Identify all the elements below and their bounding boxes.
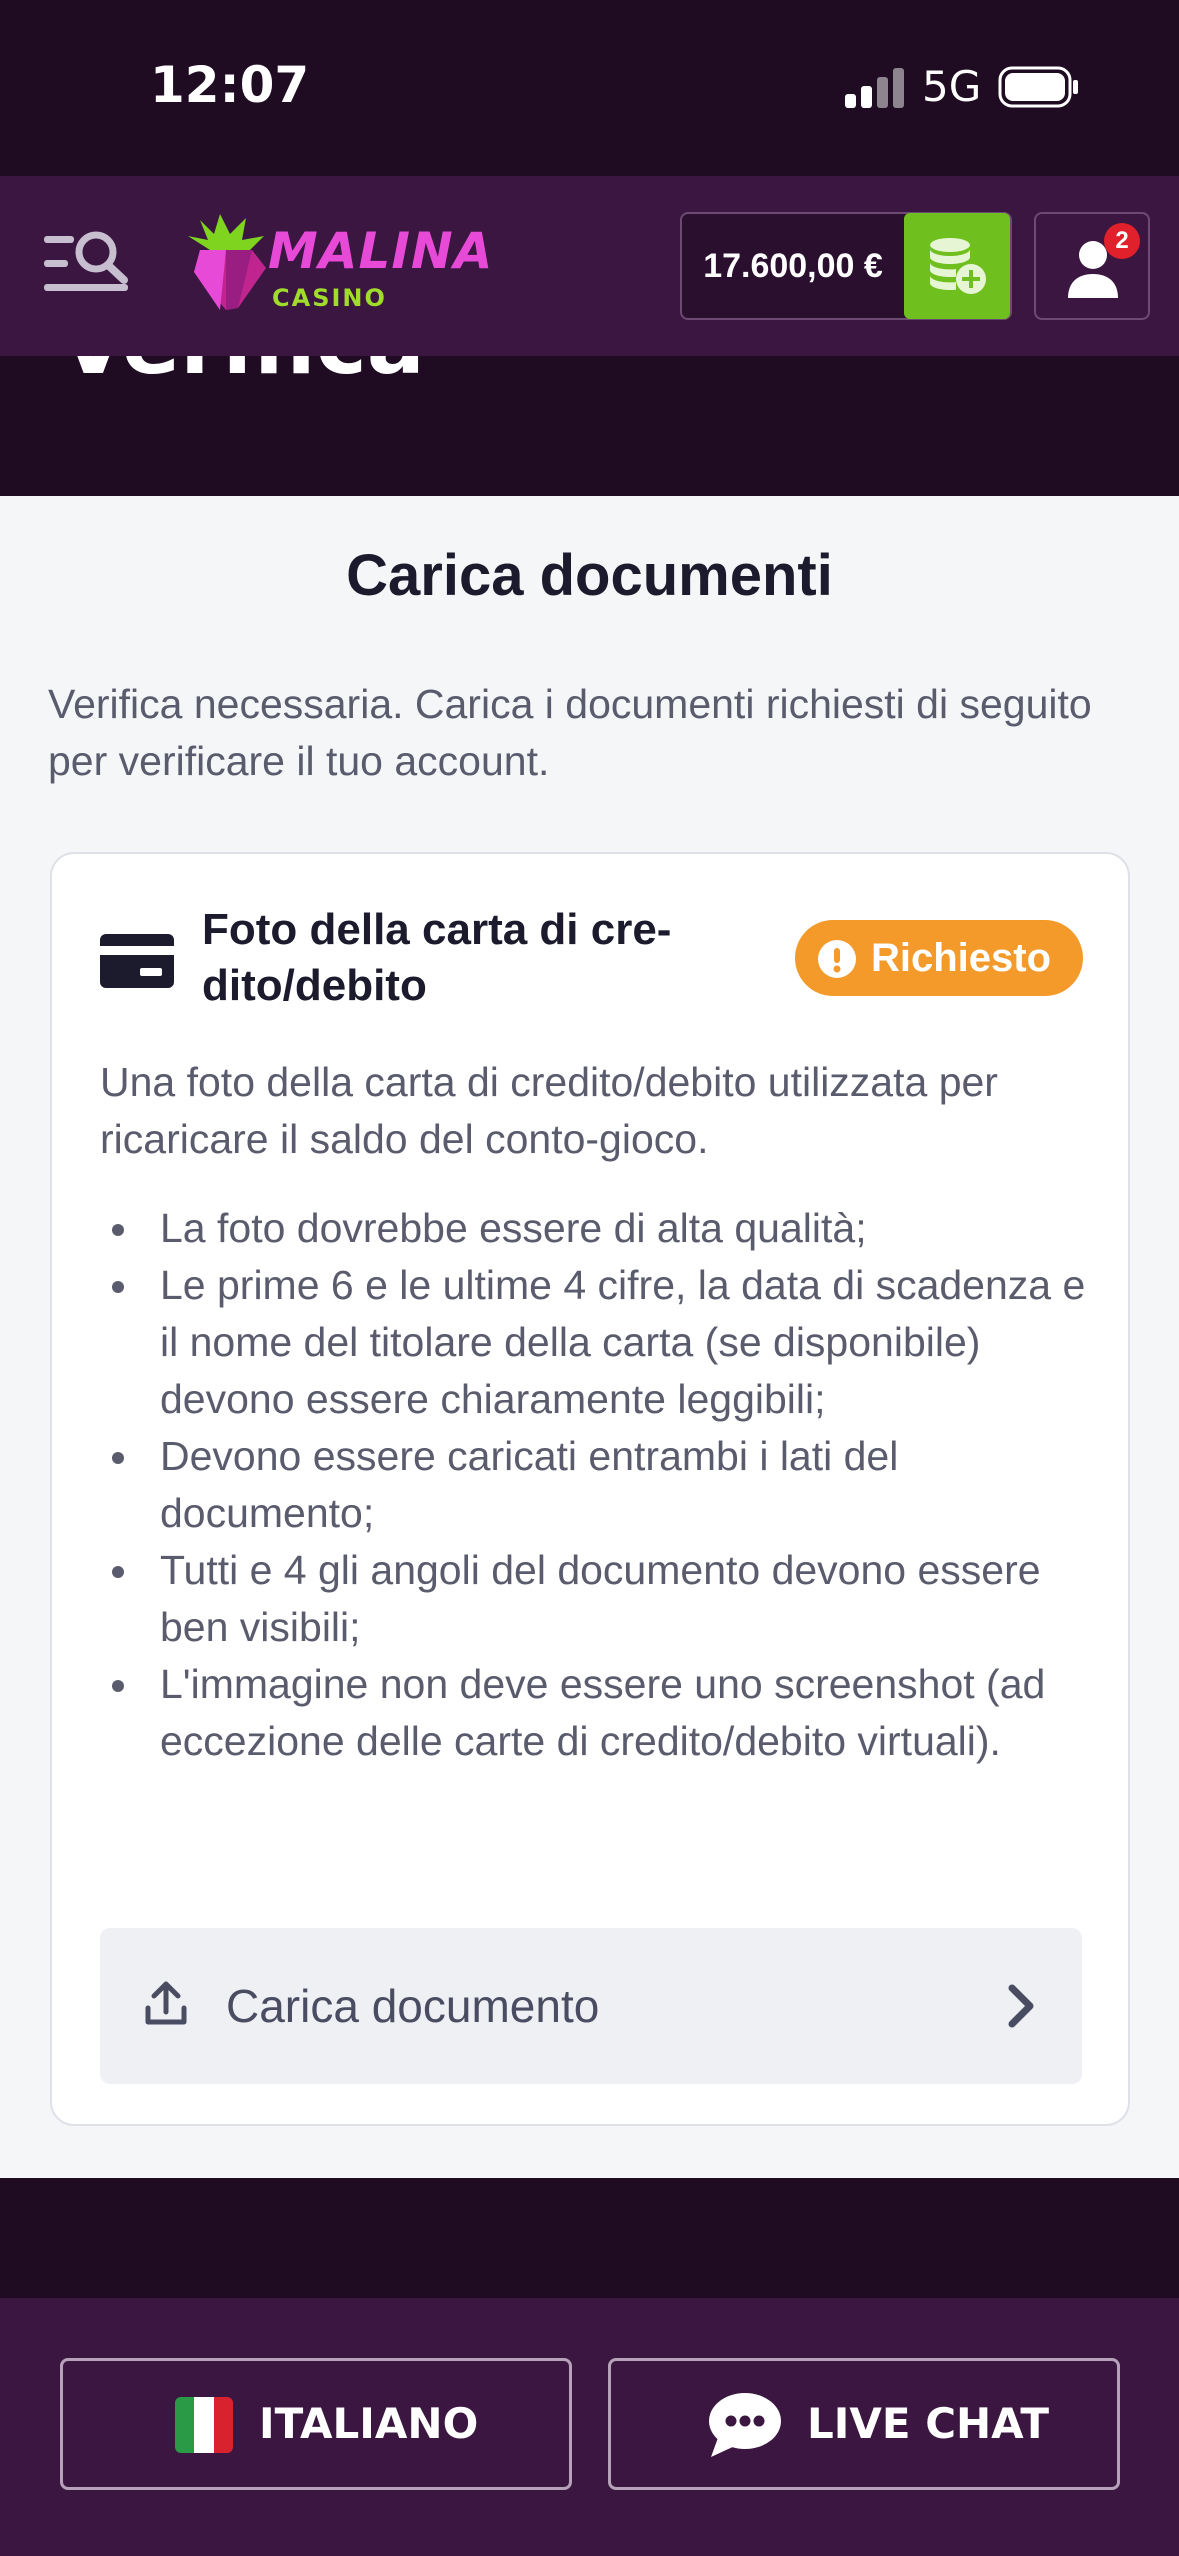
main-content: Carica documenti Verifica necessaria. Ca… (0, 496, 1179, 2178)
page-title: Carica documenti (346, 543, 833, 608)
list-item: Devono essere caricati entrambi i lati d… (100, 1428, 1100, 1542)
battery-icon (998, 66, 1078, 108)
chat-label: LIVE CHAT (807, 2399, 1050, 2448)
card-title: Foto della carta di cre-dito/debito (202, 905, 672, 1010)
language-button[interactable]: ITALIANO (60, 2358, 572, 2490)
list-item: Le prime 6 e le ultime 4 cifre, la data … (100, 1257, 1100, 1428)
upload-label: Carica documento (226, 1980, 600, 2032)
raspberry-gem-icon (188, 214, 266, 310)
status-time: 12:07 (150, 56, 310, 114)
document-card: Foto della carta di cre-dito/debito Rich… (50, 852, 1130, 2126)
signal-icon (845, 68, 904, 108)
balance-amount: 17.600,00 € (703, 247, 883, 285)
notification-badge: 2 (1104, 223, 1140, 259)
list-item: L'immagine non deve essere uno screensho… (100, 1656, 1100, 1770)
status-label: Richiesto (871, 936, 1052, 980)
logo-subtitle: CASINO (272, 284, 387, 312)
hero-title: Verifica (60, 356, 425, 394)
list-item: La foto dovrebbe essere di alta qualità; (100, 1200, 1100, 1257)
deposit-button[interactable] (904, 213, 1010, 319)
site-footer: ITALIANO LIVE CHAT (0, 2298, 1179, 2556)
hero-band: Verifica (0, 356, 1179, 496)
network-label: 5G (922, 62, 982, 111)
credit-card-icon (100, 934, 174, 988)
italy-flag-icon (175, 2397, 233, 2453)
status-bar: 12:07 5G (0, 0, 1179, 176)
footer-spacer (0, 2178, 1179, 2298)
menu-search-icon[interactable] (44, 228, 132, 300)
logo-text: MALINA (268, 222, 494, 280)
alert-icon (818, 940, 856, 978)
coins-plus-icon (930, 238, 986, 294)
language-label: ITALIANO (259, 2399, 479, 2448)
list-item: Tutti e 4 gli angoli del documento devon… (100, 1542, 1100, 1656)
chevron-right-icon (1008, 1984, 1034, 2028)
chat-bubble-icon (709, 2393, 781, 2457)
upload-document-button[interactable]: Carica documento (100, 1928, 1082, 2084)
card-description: Una foto della carta di credito/debito u… (100, 1059, 998, 1162)
status-badge: Richiesto (795, 920, 1083, 996)
live-chat-button[interactable]: LIVE CHAT (608, 2358, 1120, 2490)
site-logo[interactable]: MALINA CASINO (180, 210, 510, 322)
requirements-list: La foto dovrebbe essere di alta qualità;… (100, 1200, 1100, 1770)
page-description: Verifica necessaria. Carica i documenti … (48, 681, 1092, 784)
upload-icon (145, 1981, 187, 2025)
